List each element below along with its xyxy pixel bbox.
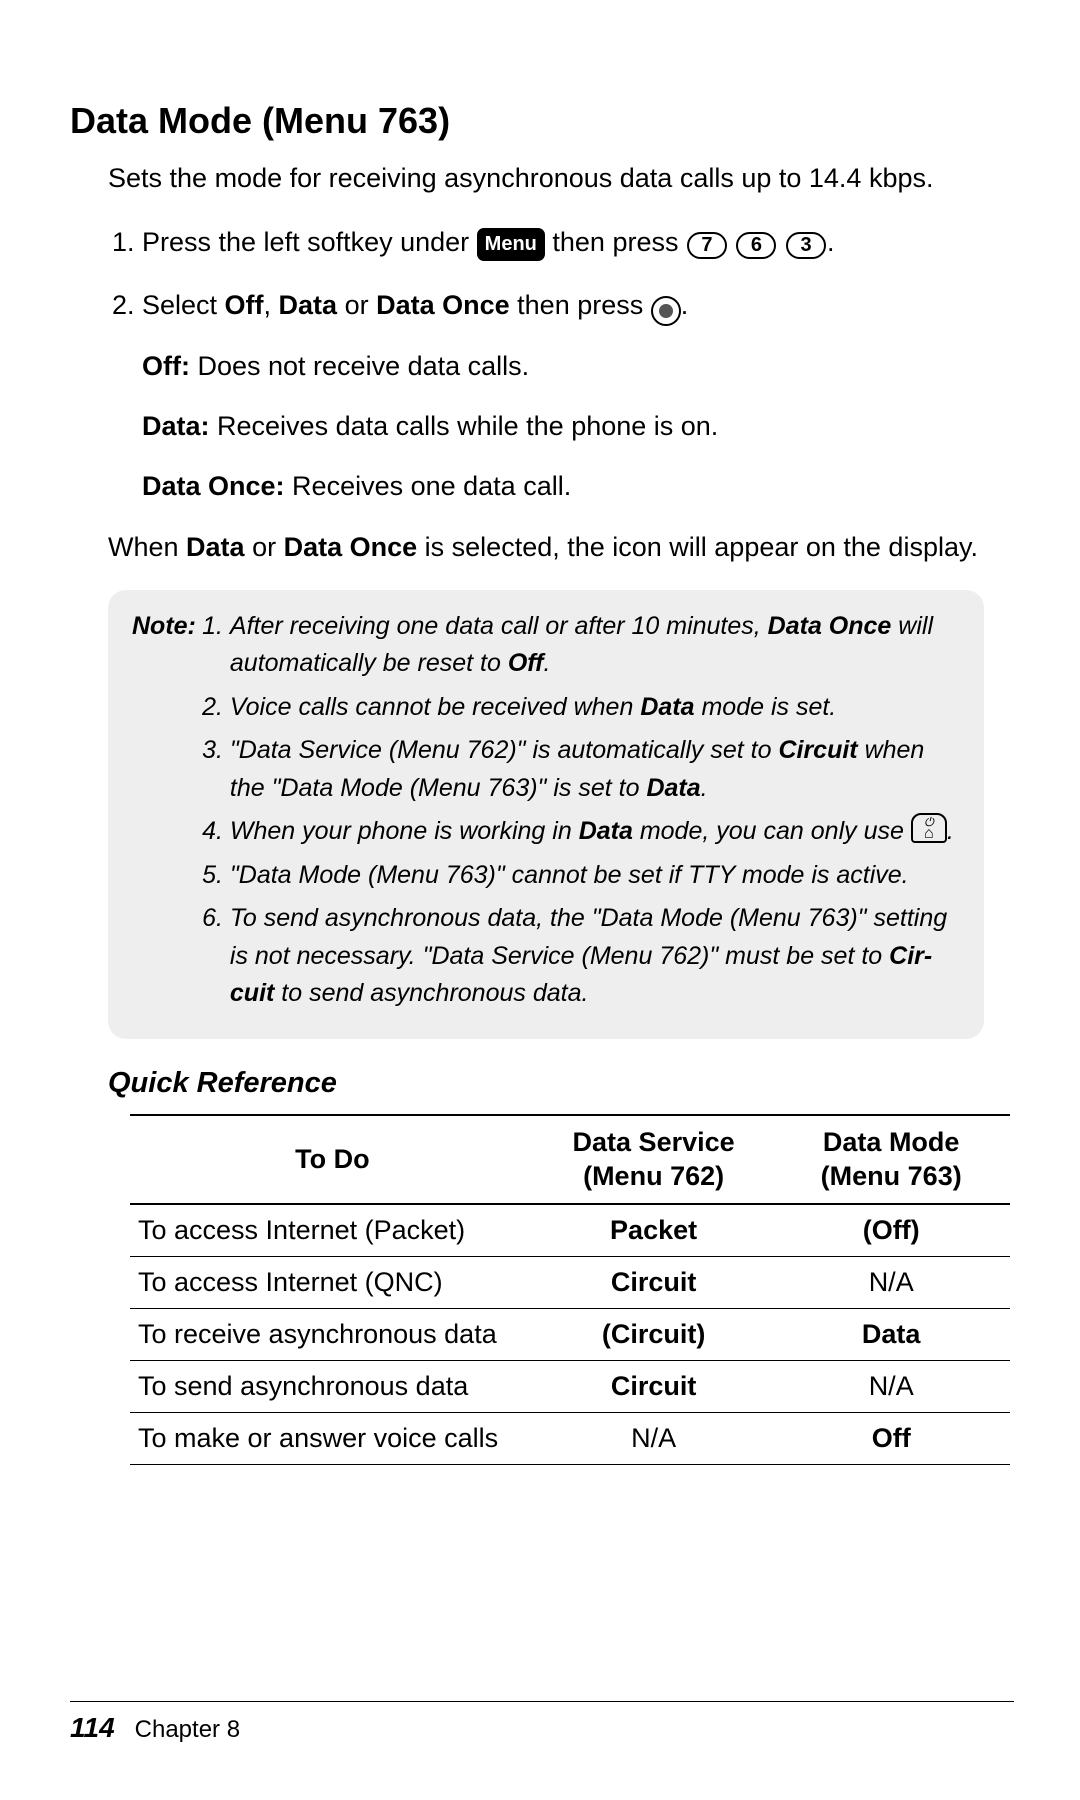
table-header-row: To Do Data Service(Menu 762) Data Mode(M…	[130, 1115, 1010, 1205]
n6c: to send asynchronous data.	[274, 979, 588, 1007]
n1d: Off	[508, 649, 544, 677]
cell-svc: Packet	[535, 1204, 773, 1257]
cell-todo: To receive asynchronous data	[130, 1309, 535, 1361]
sel-b: Data	[186, 532, 245, 562]
sel-e: is selected, the icon will appear on the…	[417, 532, 978, 562]
key-6-icon: 6	[736, 232, 776, 259]
th-svc-txt: Data Service(Menu 762)	[573, 1127, 735, 1191]
step2-g: then press	[510, 290, 651, 320]
end-key-icon	[911, 813, 947, 843]
n2b: Data	[640, 693, 694, 721]
cell-todo: To access Internet (QNC)	[130, 1257, 535, 1309]
th-mode-txt: Data Mode(Menu 763)	[821, 1127, 962, 1191]
note-2: Voice calls cannot be received when Data…	[230, 689, 960, 727]
cell-mode: N/A	[772, 1257, 1010, 1309]
note-4: When your phone is working in Data mode,…	[230, 813, 960, 851]
dataonce-text: Receives one data call.	[285, 471, 572, 501]
cell-mode: Off	[772, 1413, 1010, 1465]
cell-mode: (Off)	[772, 1204, 1010, 1257]
note-label: Note:	[132, 612, 196, 640]
cell-todo: To send asynchronous data	[130, 1361, 535, 1413]
n6a: To send asynchronous data, the "Data Mod…	[230, 904, 947, 970]
n3d: Data	[646, 774, 700, 802]
step1-period: .	[827, 227, 835, 257]
cell-todo: To make or answer voice calls	[130, 1413, 535, 1465]
cell-todo: To access Internet (Packet)	[130, 1204, 535, 1257]
step2-off: Off	[225, 290, 264, 320]
table-row: To send asynchronous dataCircuitN/A	[130, 1361, 1010, 1413]
th-svc: Data Service(Menu 762)	[535, 1115, 773, 1205]
step-2: Select Off, Data or Data Once then press…	[142, 285, 1010, 326]
sel-a: When	[108, 532, 186, 562]
cell-svc: N/A	[535, 1413, 773, 1465]
sel-c: or	[245, 532, 284, 562]
table-row: To make or answer voice callsN/AOff	[130, 1413, 1010, 1465]
cell-mode: N/A	[772, 1361, 1010, 1413]
table-row: To access Internet (Packet)Packet(Off)	[130, 1204, 1010, 1257]
data-text: Receives data calls while the phone is o…	[210, 411, 719, 441]
chapter-label: Chapter 8	[135, 1716, 240, 1743]
quick-ref-heading: Quick Reference	[108, 1067, 1010, 1100]
cell-svc: Circuit	[535, 1361, 773, 1413]
step2-data: Data	[279, 290, 338, 320]
cell-mode: Data	[772, 1309, 1010, 1361]
n4a: When your phone is working in	[230, 817, 579, 845]
key-3-icon: 3	[786, 232, 826, 259]
step2-a: Select	[142, 290, 225, 320]
n2c: mode is set.	[695, 693, 837, 721]
step2-e: or	[337, 290, 376, 320]
icon-appear-text: When Data or Data Once is selected, the …	[108, 527, 1010, 568]
menu-badge-icon: Menu	[477, 228, 545, 261]
off-label: Off:	[142, 351, 190, 381]
step-1: Press the left softkey under Menu then p…	[142, 222, 1010, 263]
note-5: "Data Mode (Menu 763)" cannot be set if …	[230, 857, 960, 895]
table-row: To receive asynchronous data(Circuit)Dat…	[130, 1309, 1010, 1361]
ok-button-icon	[651, 296, 681, 326]
n1b: Data Once	[768, 612, 892, 640]
dataonce-desc: Data Once: Receives one data call.	[142, 468, 1010, 506]
data-desc: Data: Receives data calls while the phon…	[142, 408, 1010, 446]
quick-ref-table: To Do Data Service(Menu 762) Data Mode(M…	[130, 1114, 1010, 1466]
off-text: Does not receive data calls.	[190, 351, 529, 381]
note-1: After receiving one data call or after 1…	[230, 608, 960, 683]
note-box: Note: After receiving one data call or a…	[108, 590, 984, 1039]
step2-c: ,	[264, 290, 279, 320]
th-mode: Data Mode(Menu 763)	[772, 1115, 1010, 1205]
n4d: .	[947, 817, 954, 845]
page-title: Data Mode (Menu 763)	[70, 100, 1010, 142]
n4b: Data	[579, 817, 633, 845]
step1-text-a: Press the left softkey under	[142, 227, 477, 257]
dataonce-label: Data Once:	[142, 471, 285, 501]
note-list: After receiving one data call or after 1…	[200, 608, 960, 1019]
key-7-icon: 7	[687, 232, 727, 259]
n3b: Circuit	[778, 736, 857, 764]
step2-period: .	[681, 290, 689, 320]
n2a: Voice calls cannot be received when	[230, 693, 640, 721]
n4c: mode, you can only use	[633, 817, 911, 845]
step1-text-b: then press	[545, 227, 686, 257]
step2-dataonce: Data Once	[376, 290, 510, 320]
th-todo: To Do	[130, 1115, 535, 1205]
table-row: To access Internet (QNC)CircuitN/A	[130, 1257, 1010, 1309]
cell-svc: (Circuit)	[535, 1309, 773, 1361]
note-6: To send asynchronous data, the "Data Mod…	[230, 900, 960, 1013]
steps-list: Press the left softkey under Menu then p…	[108, 222, 1010, 326]
page-number: 114	[70, 1712, 115, 1743]
n3e: .	[701, 774, 708, 802]
sel-d: Data Once	[284, 532, 418, 562]
n1a: After receiving one data call or after 1…	[230, 612, 768, 640]
cell-svc: Circuit	[535, 1257, 773, 1309]
note-3: "Data Service (Menu 762)" is automatical…	[230, 732, 960, 807]
n1e: .	[543, 649, 550, 677]
n3a: "Data Service (Menu 762)" is automatical…	[230, 736, 779, 764]
off-desc: Off: Does not receive data calls.	[142, 348, 1010, 386]
page-footer: 114 Chapter 8	[70, 1701, 1014, 1744]
intro-text: Sets the mode for receiving asynchronous…	[108, 160, 1010, 196]
data-label: Data:	[142, 411, 210, 441]
